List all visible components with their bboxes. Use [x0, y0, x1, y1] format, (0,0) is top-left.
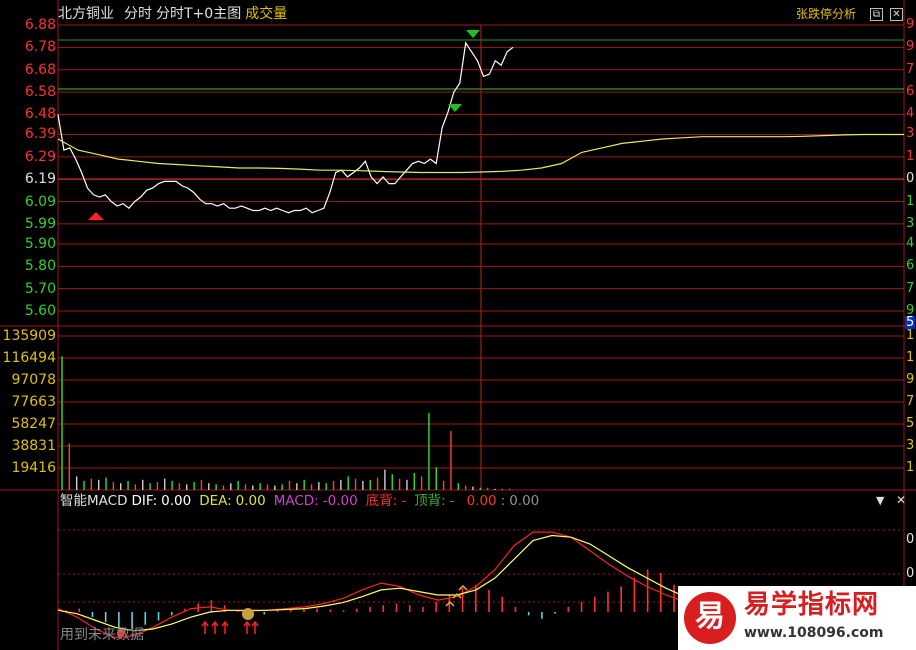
macd-macd-value: -0.00 [322, 493, 358, 509]
buy-arrow-icon [201, 620, 209, 634]
volume-axis-label: 77663 [11, 393, 56, 410]
price-axis-label: 6.58 [24, 84, 56, 101]
right-volume-digit: 9 [906, 371, 915, 387]
price-axis-label: 5.60 [24, 303, 56, 319]
price-axis-label: 5.99 [24, 215, 56, 232]
buy-arrow-icon [243, 620, 251, 634]
macd-header: 智能MACD DIF: 0.00 DEA: 0.00 MACD: -0.00 底… [60, 493, 540, 509]
right-axis-digit: 1 [906, 148, 915, 164]
macd-menu-chevron-icon[interactable]: ▼ [876, 495, 884, 506]
volume-axis-label: 97078 [11, 371, 56, 388]
buy-signal-icon [88, 212, 104, 220]
right-macd-digit: 0 [906, 566, 915, 581]
price-axis-label: 6.29 [24, 148, 56, 165]
price-axis-label: 5.70 [24, 280, 56, 297]
right-volume-digit: 5 [906, 415, 915, 431]
price-axis-label: 6.09 [24, 193, 56, 210]
right-axis-digit: 6 [906, 84, 915, 100]
price-axis-label: 6.19 [24, 171, 56, 188]
sell-signal-icon [466, 30, 480, 38]
volume-axis-label: 116494 [2, 349, 56, 366]
logo-cn-text: 易学指标网 [744, 590, 880, 620]
chart-canvas [0, 0, 916, 650]
right-axis-digit: 9 [906, 39, 915, 55]
right-axis-digit: 3 [906, 215, 915, 231]
volume-axis-label: 58247 [11, 415, 56, 432]
volume-axis-label: 135909 [2, 328, 56, 344]
sell-signal-icon [448, 104, 462, 112]
volume-axis-label: 19416 [11, 459, 56, 476]
price-axis-label: 6.68 [24, 61, 56, 78]
right-axis-digit: 4 [906, 235, 915, 251]
volume-panel[interactable] [61, 356, 511, 490]
watermark-logo: 易 易学指标网 www.108096.com [678, 586, 916, 650]
buy-arrow-icon [221, 620, 229, 634]
right-axis-digit: 3 [906, 126, 915, 142]
macd-dea-label: DEA: [199, 493, 232, 509]
macd-bottom-div-label: 底背: [365, 493, 398, 509]
macd-bottom-div-value: - [401, 493, 407, 509]
right-volume-digit: 1 [906, 349, 915, 365]
right-volume-digit: 1 [906, 328, 915, 343]
right-macd-digit: 0 [906, 532, 915, 547]
signal-markers [88, 30, 480, 637]
macd-extra-2: 0.00 [509, 493, 540, 509]
stock-chart-window: 北方铜业 分时 分时T+0主图 成交量 张跌停分析 ⧉ ✕ 6.88 6.78 6.… [0, 0, 916, 650]
logo-url-text: www.108096.com [744, 625, 884, 641]
price-axis-label: 6.39 [24, 126, 56, 143]
volume-axis-label: 38831 [11, 438, 56, 454]
macd-macd-label: MACD: [273, 493, 319, 509]
right-axis-digit: 9 [906, 17, 915, 32]
right-axis-digit: 1 [906, 193, 915, 209]
right-volume-digit: 3 [906, 438, 915, 453]
future-data-label: 用到未来数据 [60, 627, 144, 643]
right-volume-digit: 1 [906, 459, 915, 475]
price-axis-label: 6.78 [24, 39, 56, 56]
grid-lines [0, 0, 916, 650]
buy-arrow-icon [211, 620, 219, 634]
macd-extra-1: 0.00 [466, 493, 497, 509]
price-axis-label: 6.48 [24, 106, 56, 123]
macd-title[interactable]: 智能MACD [60, 494, 127, 509]
macd-close-icon[interactable]: ✕ [896, 494, 906, 506]
right-volume-digit: 7 [906, 393, 915, 409]
macd-top-div-value: - [449, 493, 455, 509]
price-line [57, 41, 514, 214]
macd-dif-label: DIF: [131, 493, 158, 509]
macd-dif-value: 0.00 [161, 493, 192, 509]
right-axis-digit: 0 [906, 171, 915, 187]
price-axis-label: 6.88 [24, 17, 56, 33]
right-axis-digit: 7 [906, 61, 915, 77]
macd-dea-value: 0.00 [235, 493, 266, 509]
price-axis-label: 5.90 [24, 235, 56, 252]
macd-top-div-label: 顶背: [414, 493, 446, 509]
right-axis-digit: 6 [906, 258, 915, 274]
macd-separator: : [500, 493, 506, 509]
macd-dif-line [57, 531, 705, 639]
right-axis-digit: 4 [906, 106, 915, 122]
buy-arrow-icon [251, 620, 259, 634]
coin-icon [242, 608, 254, 620]
right-axis-digit: 7 [906, 280, 915, 296]
price-axis-label: 5.80 [24, 258, 56, 275]
logo-circle-icon: 易 [684, 592, 736, 644]
